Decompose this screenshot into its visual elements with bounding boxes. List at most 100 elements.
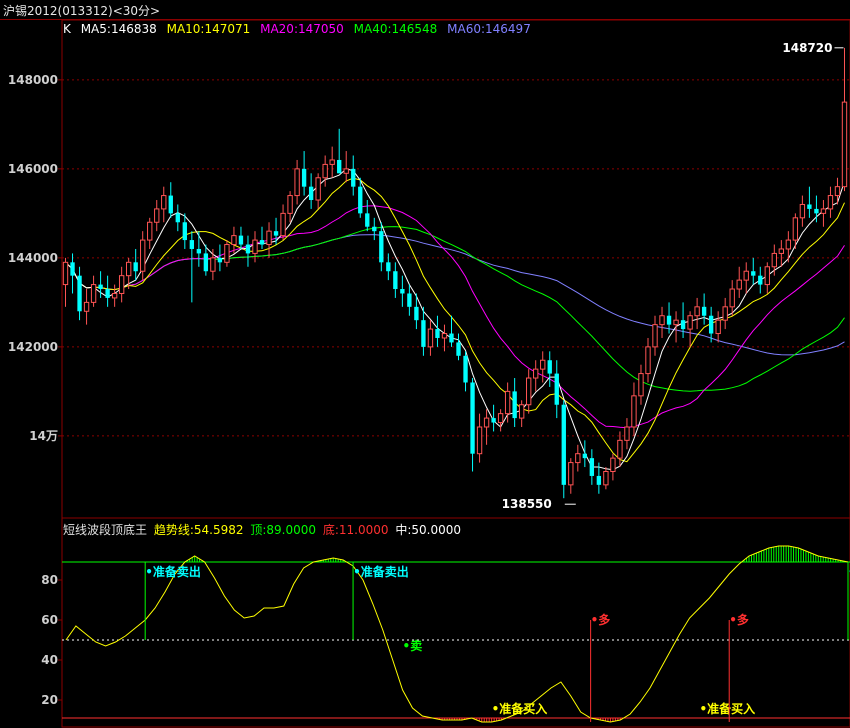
ma60-line	[65, 234, 845, 356]
candle-body-down	[372, 226, 377, 232]
candle-body-down	[379, 231, 384, 263]
candle-body-up	[631, 395, 637, 428]
candle-body-down	[554, 373, 559, 405]
price-axis: 148000 146000 144000 142000 14万	[8, 73, 62, 443]
price-tick-label: 142000	[8, 340, 58, 354]
candle-body-down	[596, 475, 602, 485]
candle-body-up	[792, 217, 799, 241]
indicator-bars	[186, 546, 847, 722]
candle-body-up	[147, 221, 153, 241]
candle-body-down	[400, 289, 405, 294]
indicator-bottom-value: 底:11.0000	[322, 523, 389, 537]
candle-body-up	[526, 377, 532, 406]
legend-ma10: MA10:147071	[166, 22, 251, 36]
indicator-grid	[62, 561, 850, 719]
candle-body-down	[680, 320, 686, 330]
candle-body-up	[722, 306, 728, 321]
signal-label: •准备卖出	[145, 564, 201, 579]
candle-body-down	[238, 235, 244, 245]
indicator-legend: 短线波段顶底王 趋势线:54.5982 顶:89.0000 底:11.0000 …	[63, 521, 464, 538]
indicator-mid-value: 中:50.0000	[395, 523, 462, 537]
candle-body-up	[736, 279, 742, 290]
candle-body-up	[687, 315, 693, 330]
candle-body-down	[351, 168, 356, 187]
candle-body-up	[287, 195, 293, 214]
candle-body-down	[512, 391, 517, 419]
legend-ma40: MA40:146548	[353, 22, 438, 36]
chart-window: 沪锡2012(013312)<30分> 148000 146000 144000 14…	[0, 0, 850, 728]
candle-body-up	[603, 470, 609, 486]
candle-body-down	[758, 275, 763, 285]
candle-body-up	[820, 208, 827, 214]
candle-body-up	[210, 257, 216, 272]
candle-body-up	[441, 333, 448, 339]
low-price-label: 138550	[502, 497, 552, 511]
price-tick-label: 146000	[8, 162, 58, 176]
candle-body-down	[308, 186, 314, 201]
candle-body-down	[182, 222, 187, 241]
candle-body-down	[301, 168, 307, 187]
candle-body-down	[175, 213, 180, 223]
candle-body-up	[266, 230, 272, 246]
candle-body-down	[751, 271, 756, 276]
indicator-signals: •准备卖出•准备卖出•卖•准备买入•多•准备买入•多•准备卖出•准	[144, 562, 850, 722]
candle-body-down	[547, 360, 552, 374]
candle-body-up	[294, 168, 300, 197]
candle-body-up	[533, 368, 539, 379]
candle-body-down	[133, 262, 138, 272]
signal-label: •准备卖出	[353, 564, 409, 579]
indicator-axis: 80 60 40 20	[41, 573, 62, 707]
candle-body-down	[217, 257, 223, 263]
candle-body-up	[652, 324, 658, 348]
candle-body-down	[245, 244, 251, 254]
candle-body-down	[449, 333, 454, 343]
candle-body-down	[814, 208, 819, 214]
indicator-tick-label: 40	[41, 653, 58, 667]
candle-body-up	[764, 266, 770, 286]
candle-body-up	[673, 319, 679, 326]
indicator-tick-label: 20	[41, 693, 58, 707]
candle-body-down	[259, 240, 265, 245]
candle-body-down	[589, 458, 595, 476]
candle-body-up	[322, 163, 328, 179]
candle-body-up	[624, 426, 630, 441]
candle-body-up	[497, 413, 504, 424]
candle-body-up	[715, 319, 721, 335]
signal-label: •准备买入	[492, 701, 548, 716]
candle-body-down	[393, 271, 398, 290]
candle-body-down	[456, 342, 461, 356]
price-legend: K MA5:146838 MA10:147071 MA20:147050 MA4…	[63, 22, 537, 36]
candlesticks	[62, 47, 848, 499]
signal-label: •准备买入	[700, 701, 756, 716]
candle-body-down	[98, 284, 103, 290]
candle-body-up	[743, 270, 749, 281]
candle-body-down	[196, 248, 202, 254]
legend-k: K	[63, 22, 71, 36]
candle-body-down	[365, 213, 370, 227]
legend-ma5: MA5:146838	[80, 22, 157, 36]
candle-body-down	[435, 329, 440, 338]
candle-body-up	[329, 159, 335, 165]
price-grid	[62, 79, 850, 437]
candle-body-up	[111, 292, 118, 299]
price-annotations: 148720 138550	[502, 41, 844, 511]
candle-body-up	[799, 203, 806, 219]
candle-body-down	[407, 293, 412, 307]
candle-body-down	[358, 186, 363, 214]
candle-body-up	[610, 457, 616, 472]
legend-ma60: MA60:146497	[447, 22, 531, 36]
candle-body-up	[343, 168, 349, 174]
price-tick-label: 14万	[29, 429, 58, 443]
signal-label: •多	[729, 612, 749, 627]
candle-body-down	[203, 253, 209, 272]
candle-body-up	[617, 439, 623, 459]
candle-body-down	[77, 275, 82, 312]
signal-label: •多	[591, 612, 611, 627]
candle-body-down	[463, 355, 468, 383]
candle-body-up	[841, 101, 848, 188]
candle-body-down	[561, 404, 566, 485]
candle-body-down	[582, 453, 588, 459]
candle-body-down	[807, 204, 812, 209]
candle-body-up	[638, 373, 644, 397]
indicator-top-value: 顶:89.0000	[250, 523, 317, 537]
